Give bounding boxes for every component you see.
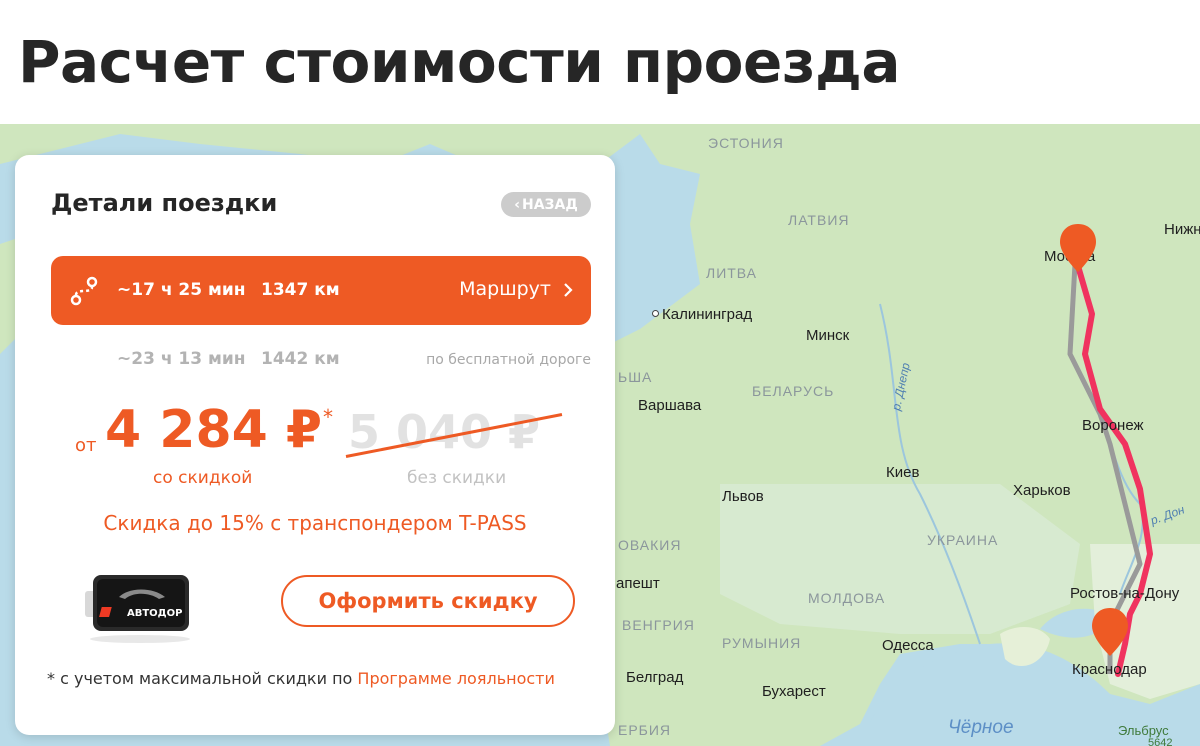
page-title: Расчет стоимости проезда (18, 28, 901, 96)
country-label: ВЕНГРИЯ (622, 617, 695, 633)
country-label: ЛАТВИЯ (788, 212, 850, 228)
city-label[interactable]: Киев (886, 465, 919, 480)
country-label: ЛИТВА (706, 265, 758, 281)
card-title: Детали поездки (51, 189, 278, 217)
country-label: ЕРБИЯ (618, 722, 672, 738)
route-time: ~23 ч 13 мин (117, 349, 246, 369)
price-label-discount: со скидкой (153, 468, 253, 488)
city-label[interactable]: Белград (626, 670, 683, 685)
price-prefix: от (75, 435, 97, 456)
country-label: БЕЛАРУСЬ (752, 383, 835, 399)
footnote: * с учетом максимальной скидки по Програ… (47, 669, 555, 688)
transponder-image: АВТОДОР (85, 575, 190, 643)
price-discounted: 4 284 ₽ (105, 400, 323, 460)
route-distance: 1442 км (261, 349, 340, 369)
start-pin-icon[interactable] (1058, 222, 1098, 274)
end-pin-icon[interactable] (1090, 606, 1130, 658)
route-link-label[interactable]: Маршрут (459, 278, 551, 300)
city-dot-icon (652, 310, 659, 317)
trip-details-card: Детали поездки ‹ НАЗАД ~17 ч 25 мин 1347… (15, 155, 615, 735)
price-label-no-discount: без скидки (407, 468, 507, 488)
country-label: ЭСТОНИЯ (708, 135, 784, 151)
region-ukraine (720, 484, 1080, 634)
city-label[interactable]: Минск (806, 328, 849, 343)
chevron-right-icon (564, 283, 573, 297)
chevron-left-icon: ‹ (514, 196, 520, 213)
city-label[interactable]: Краснодар (1072, 662, 1147, 677)
loyalty-program-link[interactable]: Программе лояльности (357, 669, 554, 688)
city-name: Калининград (662, 306, 753, 323)
peak-height: 5642 (1148, 737, 1173, 746)
route-note: по бесплатной дороге (426, 352, 591, 368)
city-label[interactable]: Львов (722, 489, 764, 504)
route-distance: 1347 км (261, 280, 340, 300)
city-label[interactable]: Калининград (652, 307, 752, 322)
price-asterisk: * (323, 405, 333, 429)
country-label: МОЛДОВА (808, 590, 886, 606)
country-label: РУМЫНИЯ (722, 635, 802, 651)
city-label[interactable]: Одесса (882, 638, 934, 653)
route-time: ~17 ч 25 мин (117, 280, 246, 300)
city-label[interactable]: Ростов-на-Дону (1070, 586, 1179, 601)
city-label[interactable]: Варшава (638, 398, 701, 413)
sea-label: Чёрное (948, 717, 1014, 738)
city-label[interactable]: апешт (616, 576, 660, 591)
transponder-brand: АВТОДОР (127, 608, 182, 619)
city-name: Минск (806, 327, 850, 344)
country-label: УКРАИНА (927, 532, 999, 548)
promo-text: Скидка до 15% с транспондером T-PASS (103, 511, 527, 535)
city-label[interactable]: Нижн (1164, 222, 1200, 237)
city-label[interactable]: Воронеж (1082, 418, 1144, 433)
peak-label: Эльбрус (1118, 723, 1169, 738)
footnote-text: * с учетом максимальной скидки по (47, 669, 358, 688)
city-label[interactable]: Харьков (1013, 483, 1071, 498)
city-label[interactable]: Бухарест (762, 684, 826, 699)
route-option-toll[interactable]: ~17 ч 25 мин 1347 км Маршрут (51, 256, 591, 325)
back-label: НАЗАД (521, 196, 578, 213)
route-icon (70, 276, 98, 306)
back-button[interactable]: ‹ НАЗАД (501, 192, 591, 217)
route-option-free[interactable]: ~23 ч 13 мин 1442 км по бесплатной дорог… (51, 339, 591, 379)
get-discount-button[interactable]: Оформить скидку (281, 575, 575, 627)
country-label: ЬША (618, 369, 653, 385)
country-label: ОВАКИЯ (618, 537, 682, 553)
